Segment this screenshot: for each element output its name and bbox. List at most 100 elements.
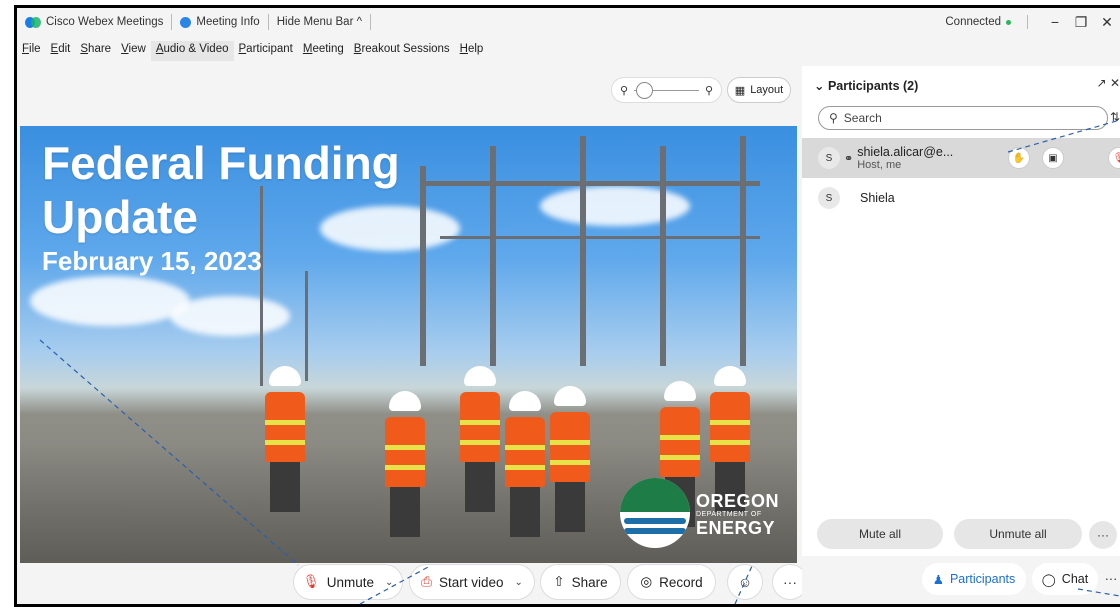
unmute-button[interactable]: 🎙 Unmute ⌄ bbox=[293, 564, 403, 600]
slide-cloud bbox=[30, 276, 190, 326]
zoom-in-icon[interactable]: ⚲ bbox=[705, 84, 713, 97]
raise-hand-icon[interactable]: ✋ bbox=[1008, 147, 1030, 169]
footer-more-button[interactable]: ··· bbox=[1102, 563, 1120, 595]
hide-menu-bar-button[interactable]: Hide Menu Bar ^ bbox=[269, 14, 371, 30]
substation-structure bbox=[440, 236, 760, 239]
start-video-label: Start video bbox=[438, 574, 504, 590]
participant-search-input[interactable]: ⚲ Search bbox=[818, 106, 1108, 130]
record-icon: ◎ bbox=[640, 574, 653, 589]
zoom-slider[interactable] bbox=[634, 81, 699, 99]
substation-structure bbox=[740, 136, 746, 366]
slide-title-line2: Update bbox=[42, 191, 198, 243]
sort-icon[interactable]: ⇅ bbox=[1110, 110, 1120, 124]
panel-footer: ♟ Participants ◯ Chat ··· bbox=[802, 556, 1120, 604]
start-video-button[interactable]: ⎙ Start video ⌄ bbox=[409, 564, 535, 600]
title-bar: Cisco Webex Meetings Meeting Info Hide M… bbox=[17, 8, 1120, 36]
share-screen-icon[interactable]: ▣ bbox=[1042, 147, 1064, 169]
title-bar-right: Connected − ❐ ✕ bbox=[945, 8, 1120, 36]
search-icon: ⚲ bbox=[829, 111, 838, 125]
substation-structure bbox=[420, 181, 760, 186]
slide-worker bbox=[460, 366, 500, 512]
avatar: S bbox=[818, 147, 840, 169]
record-button[interactable]: ◎ Record bbox=[627, 564, 716, 600]
participant-row[interactable]: S Shiela bbox=[802, 178, 1120, 218]
connection-status: Connected bbox=[945, 16, 1001, 28]
layout-button[interactable]: ▦ Layout bbox=[727, 77, 791, 103]
chat-tab-label: Chat bbox=[1061, 572, 1089, 586]
mute-all-button[interactable]: Mute all bbox=[817, 519, 943, 549]
app-name: Cisco Webex Meetings bbox=[46, 16, 164, 28]
participants-tab-button[interactable]: ♟ Participants bbox=[922, 563, 1026, 595]
more-icon: ··· bbox=[783, 574, 797, 590]
webex-window: Cisco Webex Meetings Meeting Info Hide M… bbox=[17, 8, 1120, 604]
video-off-icon: ⎙ bbox=[421, 574, 432, 589]
mic-muted-icon: 🎙 bbox=[302, 574, 320, 589]
menu-edit[interactable]: Edit bbox=[46, 41, 76, 61]
menu-meeting[interactable]: Meeting bbox=[298, 41, 349, 61]
menu-breakout-sessions[interactable]: Breakout Sessions bbox=[349, 41, 455, 61]
share-button[interactable]: ⇧ Share bbox=[540, 564, 621, 600]
menu-audio-video[interactable]: Audio & Video bbox=[150, 41, 234, 61]
slide-worker bbox=[385, 391, 425, 537]
menu-share[interactable]: Share bbox=[75, 41, 116, 61]
close-window-button[interactable]: ✕ bbox=[1094, 14, 1120, 31]
menu-bar: File Edit Share View Audio & Video Parti… bbox=[17, 41, 488, 61]
reactions-button[interactable]: ☺ bbox=[727, 564, 763, 600]
minimize-button[interactable]: − bbox=[1042, 14, 1068, 30]
title-divider bbox=[1027, 15, 1028, 29]
layout-grid-icon: ▦ bbox=[734, 84, 746, 97]
webex-logo-icon bbox=[25, 16, 41, 28]
zoom-control: ⚲ ⚲ bbox=[611, 77, 722, 103]
participants-header[interactable]: ⌄ Participants (2) bbox=[814, 78, 918, 93]
chat-tab-button[interactable]: ◯ Chat bbox=[1032, 563, 1098, 595]
slide-worker bbox=[505, 391, 545, 537]
restore-button[interactable]: ❐ bbox=[1068, 14, 1094, 31]
zoom-out-icon[interactable]: ⚲ bbox=[620, 84, 628, 97]
oregon-energy-wordmark: OREGON DEPARTMENT OF ENERGY bbox=[696, 491, 780, 538]
participants-tab-label: Participants bbox=[949, 572, 1016, 586]
share-label: Share bbox=[571, 574, 608, 590]
slide-title-line1: Federal Funding bbox=[42, 137, 400, 189]
more-icon: ··· bbox=[1104, 572, 1118, 586]
share-icon: ⇧ bbox=[553, 574, 565, 589]
slide-cloud bbox=[540, 186, 690, 226]
slide-worker bbox=[550, 386, 590, 532]
chat-icon: ◯ bbox=[1041, 572, 1056, 587]
menu-participant[interactable]: Participant bbox=[234, 41, 298, 61]
slide-cloud bbox=[170, 296, 290, 336]
smiley-icon: ☺ bbox=[737, 574, 753, 590]
panel-more-button[interactable]: ··· bbox=[1089, 521, 1117, 549]
record-label: Record bbox=[659, 574, 703, 590]
app-title: Cisco Webex Meetings bbox=[17, 14, 173, 30]
substation-structure bbox=[490, 146, 496, 366]
participants-panel: ⌄ Participants (2) ↗ ✕ ⚲ Search ⇅ S ⚭ sh… bbox=[802, 66, 1120, 604]
meeting-info-button[interactable]: Meeting Info bbox=[172, 14, 269, 30]
chevron-down-icon[interactable]: ⌄ bbox=[514, 577, 522, 588]
close-panel-icon[interactable]: ✕ bbox=[1110, 76, 1120, 90]
substation-structure bbox=[580, 136, 586, 366]
substation-structure bbox=[305, 271, 308, 381]
connected-dot-icon bbox=[1006, 19, 1011, 25]
shared-slide: Federal Funding Update February 15, 2023… bbox=[20, 126, 797, 563]
slide-date: February 15, 2023 bbox=[42, 246, 262, 276]
zoom-slider-handle[interactable] bbox=[636, 81, 654, 99]
meeting-stage: ⚲ ⚲ ▦ Layout Federal Funding Update Febr… bbox=[17, 66, 801, 604]
slide-title: Federal Funding Update bbox=[42, 136, 400, 244]
chevron-down-icon[interactable]: ⌄ bbox=[385, 577, 393, 588]
participant-info: shiela.alicar@e... Host, me bbox=[857, 145, 953, 171]
search-placeholder: Search bbox=[843, 111, 882, 125]
menu-file[interactable]: File bbox=[17, 41, 46, 61]
unmute-all-button[interactable]: Unmute all bbox=[954, 519, 1082, 549]
avatar: S bbox=[818, 187, 840, 209]
participant-row[interactable]: S ⚭ shiela.alicar@e... Host, me ✋ ▣ 🎙 bbox=[802, 138, 1120, 178]
oregon-energy-logo-icon bbox=[620, 478, 690, 548]
mic-muted-icon[interactable]: 🎙 bbox=[1108, 147, 1120, 169]
participant-role: Host, me bbox=[857, 159, 902, 171]
meeting-controls: 🎙 Unmute ⌄ ⎙ Start video ⌄ ⇧ Share ◎ Rec… bbox=[17, 562, 808, 604]
menu-help[interactable]: Help bbox=[455, 41, 489, 61]
slide-worker bbox=[265, 366, 305, 512]
menu-view[interactable]: View bbox=[116, 41, 151, 61]
popout-icon[interactable]: ↗ bbox=[1097, 76, 1107, 90]
panel-header-actions: ↗ ✕ bbox=[1097, 76, 1120, 90]
meeting-info-icon bbox=[180, 16, 192, 28]
